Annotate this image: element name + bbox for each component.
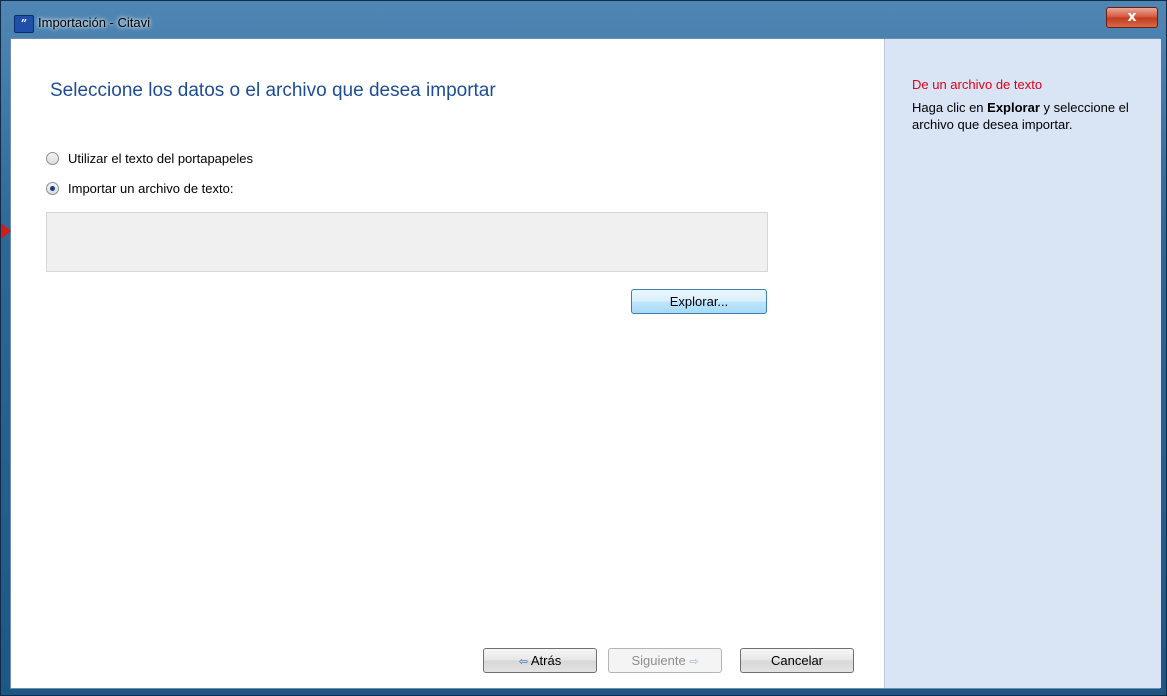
option-text-file[interactable]: Importar un archivo de texto:: [46, 181, 233, 196]
browse-button[interactable]: Explorar...: [631, 289, 767, 314]
arrow-left-icon: ⇦: [518, 656, 528, 668]
dialog-content: Seleccione los datos o el archivo que de…: [10, 38, 1161, 689]
arrow-right-icon: ⇨: [689, 656, 699, 668]
help-title: De un archivo de texto: [912, 77, 1043, 92]
close-button[interactable]: x: [1106, 7, 1158, 28]
next-button-label: Siguiente: [631, 653, 686, 668]
help-text-pre: Haga clic en: [912, 100, 988, 115]
title-bar[interactable]: ” Importación - Citavi x: [1, 1, 1166, 41]
next-button[interactable]: Siguiente ⇨: [608, 648, 722, 673]
option-clipboard-label: Utilizar el texto del portapapeles: [68, 151, 253, 166]
cancel-button[interactable]: Cancelar: [740, 648, 854, 673]
help-text: Haga clic en Explorar y seleccione el ar…: [912, 99, 1132, 133]
back-button-label: Atrás: [530, 653, 562, 668]
option-text-file-label: Importar un archivo de texto:: [68, 181, 234, 196]
back-button[interactable]: ⇦ Atrás: [483, 648, 597, 673]
page-title: Seleccione los datos o el archivo que de…: [50, 80, 496, 101]
option-clipboard[interactable]: Utilizar el texto del portapapeles: [46, 151, 253, 166]
file-path-field[interactable]: [46, 212, 768, 272]
citavi-app-icon: ”: [14, 15, 34, 33]
window-title: Importación - Citavi: [38, 15, 150, 30]
help-side-panel: De un archivo de texto Haga clic en Expl…: [884, 39, 1161, 688]
radio-clipboard[interactable]: [46, 152, 59, 165]
red-arrow-pointer-icon: [1, 223, 11, 239]
import-dialog-window: ” Importación - Citavi x Seleccione los …: [0, 0, 1167, 696]
radio-text-file[interactable]: [46, 182, 59, 195]
help-text-bold: Explorar: [987, 100, 1040, 115]
